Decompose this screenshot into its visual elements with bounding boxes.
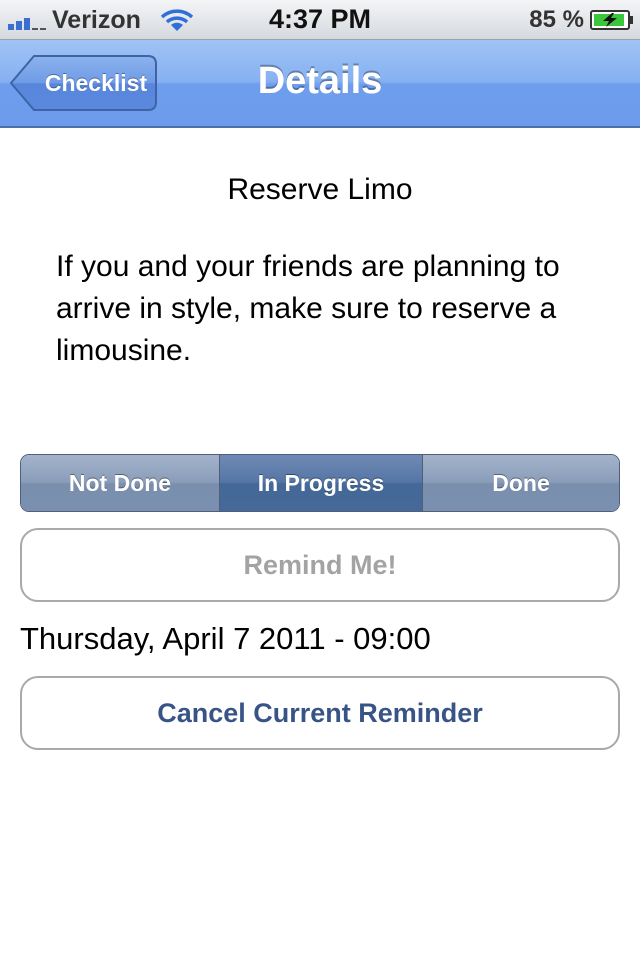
item-title: Reserve Limo [227, 173, 413, 206]
status-bar: Verizon 4:37 PM 85 % [0, 0, 640, 40]
cancel-reminder-button[interactable]: Cancel Current Reminder [20, 676, 620, 750]
battery-percent: 85 % [529, 6, 584, 33]
reminder-date: Thursday, April 7 2011 - 09:00 [20, 621, 431, 656]
details-screen: Verizon 4:37 PM 85 % Checklist Details R… [0, 0, 640, 960]
remind-me-button[interactable]: Remind Me! [20, 528, 620, 602]
battery-charging-icon [590, 10, 633, 30]
item-description: If you and your friends are planning to … [56, 250, 560, 367]
page-title: Details [257, 60, 383, 102]
status-segmented-control: Not Done In Progress Done [20, 454, 620, 512]
segment-in-progress[interactable]: In Progress [219, 455, 422, 511]
segment-done[interactable]: Done [422, 455, 619, 511]
navigation-bar: Checklist Details [0, 40, 640, 128]
segment-not-done[interactable]: Not Done [21, 455, 219, 511]
